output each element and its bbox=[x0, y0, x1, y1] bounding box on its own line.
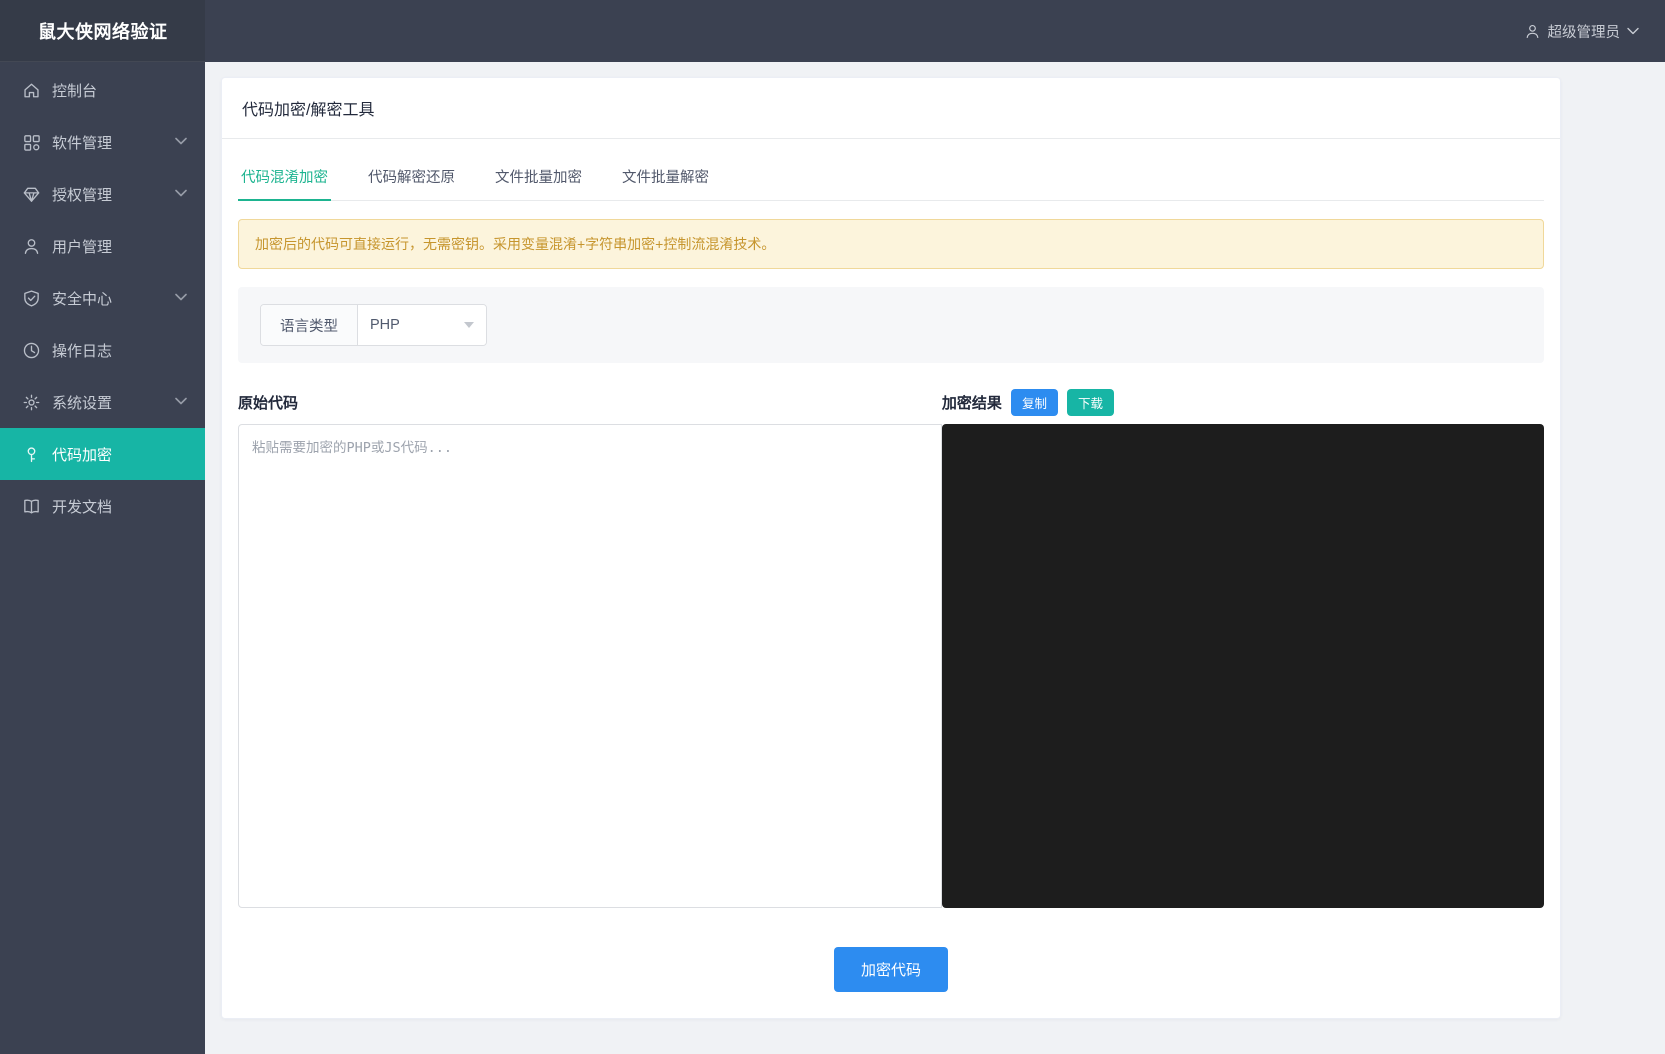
tool-card: 代码加密/解密工具 代码混淆加密 代码解密还原 文件批量加密 文件批量解密 加密… bbox=[221, 77, 1561, 1019]
chevron-down-icon bbox=[175, 186, 187, 203]
submit-row: 加密代码 bbox=[238, 913, 1544, 994]
source-code-input[interactable] bbox=[238, 424, 942, 908]
diamond-icon bbox=[22, 185, 41, 204]
gear-icon bbox=[22, 393, 41, 412]
shield-icon bbox=[22, 289, 41, 308]
sidebar-item-docs[interactable]: 开发文档 bbox=[0, 480, 205, 532]
app-root: 鼠大侠网络验证 控制台 软件管理 bbox=[0, 0, 1665, 1054]
sidebar-item-dashboard[interactable]: 控制台 bbox=[0, 64, 205, 116]
user-icon bbox=[22, 237, 41, 256]
result-title: 加密结果 bbox=[942, 392, 1002, 413]
tab-obfuscate-encrypt[interactable]: 代码混淆加密 bbox=[238, 155, 331, 201]
sidebar-item-label: 系统设置 bbox=[52, 392, 112, 413]
sidebar-item-label: 安全中心 bbox=[52, 288, 112, 309]
sidebar-item-users[interactable]: 用户管理 bbox=[0, 220, 205, 272]
language-select[interactable]: PHP bbox=[358, 305, 486, 345]
sidebar: 鼠大侠网络验证 控制台 软件管理 bbox=[0, 0, 205, 1054]
sidebar-item-label: 开发文档 bbox=[52, 496, 112, 517]
result-header: 加密结果 复制 下载 bbox=[942, 389, 1544, 415]
tab-batch-decrypt[interactable]: 文件批量解密 bbox=[619, 155, 712, 201]
sidebar-menu: 控制台 软件管理 授权管理 bbox=[0, 62, 205, 532]
download-button[interactable]: 下载 bbox=[1067, 389, 1114, 416]
content: 代码加密/解密工具 代码混淆加密 代码解密还原 文件批量加密 文件批量解密 加密… bbox=[205, 62, 1665, 1019]
topbar: 超级管理员 bbox=[205, 0, 1665, 62]
clock-icon bbox=[22, 341, 41, 360]
key-icon bbox=[22, 445, 41, 464]
page-title: 代码加密/解密工具 bbox=[222, 78, 1560, 139]
sidebar-item-label: 操作日志 bbox=[52, 340, 112, 361]
encrypted-result-output[interactable] bbox=[942, 424, 1544, 908]
tab-batch-encrypt[interactable]: 文件批量加密 bbox=[492, 155, 585, 201]
sidebar-item-software[interactable]: 软件管理 bbox=[0, 116, 205, 168]
main-area: 超级管理员 代码加密/解密工具 代码混淆加密 代码解密还原 文件批量加密 文件批… bbox=[205, 0, 1665, 1054]
chevron-down-icon bbox=[175, 290, 187, 307]
user-name: 超级管理员 bbox=[1548, 21, 1621, 42]
book-icon bbox=[22, 497, 41, 516]
source-column: 原始代码 bbox=[238, 389, 942, 913]
sidebar-item-logs[interactable]: 操作日志 bbox=[0, 324, 205, 376]
chevron-down-icon bbox=[175, 134, 187, 151]
sidebar-item-label: 控制台 bbox=[52, 80, 97, 101]
home-icon bbox=[22, 81, 41, 100]
sidebar-item-license[interactable]: 授权管理 bbox=[0, 168, 205, 220]
sidebar-item-label: 软件管理 bbox=[52, 132, 112, 153]
sidebar-item-label: 授权管理 bbox=[52, 184, 112, 205]
copy-button[interactable]: 复制 bbox=[1011, 389, 1058, 416]
language-value: PHP bbox=[370, 317, 400, 333]
chevron-down-icon bbox=[175, 394, 187, 411]
result-column: 加密结果 复制 下载 bbox=[942, 389, 1544, 913]
tab-bar: 代码混淆加密 代码解密还原 文件批量加密 文件批量解密 bbox=[238, 155, 1544, 201]
card-body: 代码混淆加密 代码解密还原 文件批量加密 文件批量解密 加密后的代码可直接运行，… bbox=[222, 139, 1560, 1018]
language-label: 语言类型 bbox=[261, 305, 358, 345]
sidebar-item-label: 代码加密 bbox=[52, 444, 112, 465]
select-caret-icon bbox=[464, 322, 474, 328]
app-logo: 鼠大侠网络验证 bbox=[0, 0, 205, 62]
sidebar-item-settings[interactable]: 系统设置 bbox=[0, 376, 205, 428]
source-header: 原始代码 bbox=[238, 389, 942, 415]
tab-decrypt-restore[interactable]: 代码解密还原 bbox=[365, 155, 458, 201]
encrypt-button[interactable]: 加密代码 bbox=[834, 947, 948, 992]
apps-icon bbox=[22, 133, 41, 152]
sidebar-item-security[interactable]: 安全中心 bbox=[0, 272, 205, 324]
info-alert: 加密后的代码可直接运行，无需密钥。采用变量混淆+字符串加密+控制流混淆技术。 bbox=[238, 219, 1544, 269]
options-panel: 语言类型 PHP bbox=[238, 287, 1544, 363]
user-menu[interactable]: 超级管理员 bbox=[1524, 21, 1640, 42]
sidebar-item-label: 用户管理 bbox=[52, 236, 112, 257]
chevron-down-icon bbox=[1627, 27, 1639, 35]
sidebar-item-code-encrypt[interactable]: 代码加密 bbox=[0, 428, 205, 480]
person-icon bbox=[1524, 23, 1541, 40]
editor-columns: 原始代码 加密结果 复制 下载 bbox=[238, 389, 1544, 913]
source-title: 原始代码 bbox=[238, 392, 298, 413]
language-group: 语言类型 PHP bbox=[260, 304, 487, 346]
